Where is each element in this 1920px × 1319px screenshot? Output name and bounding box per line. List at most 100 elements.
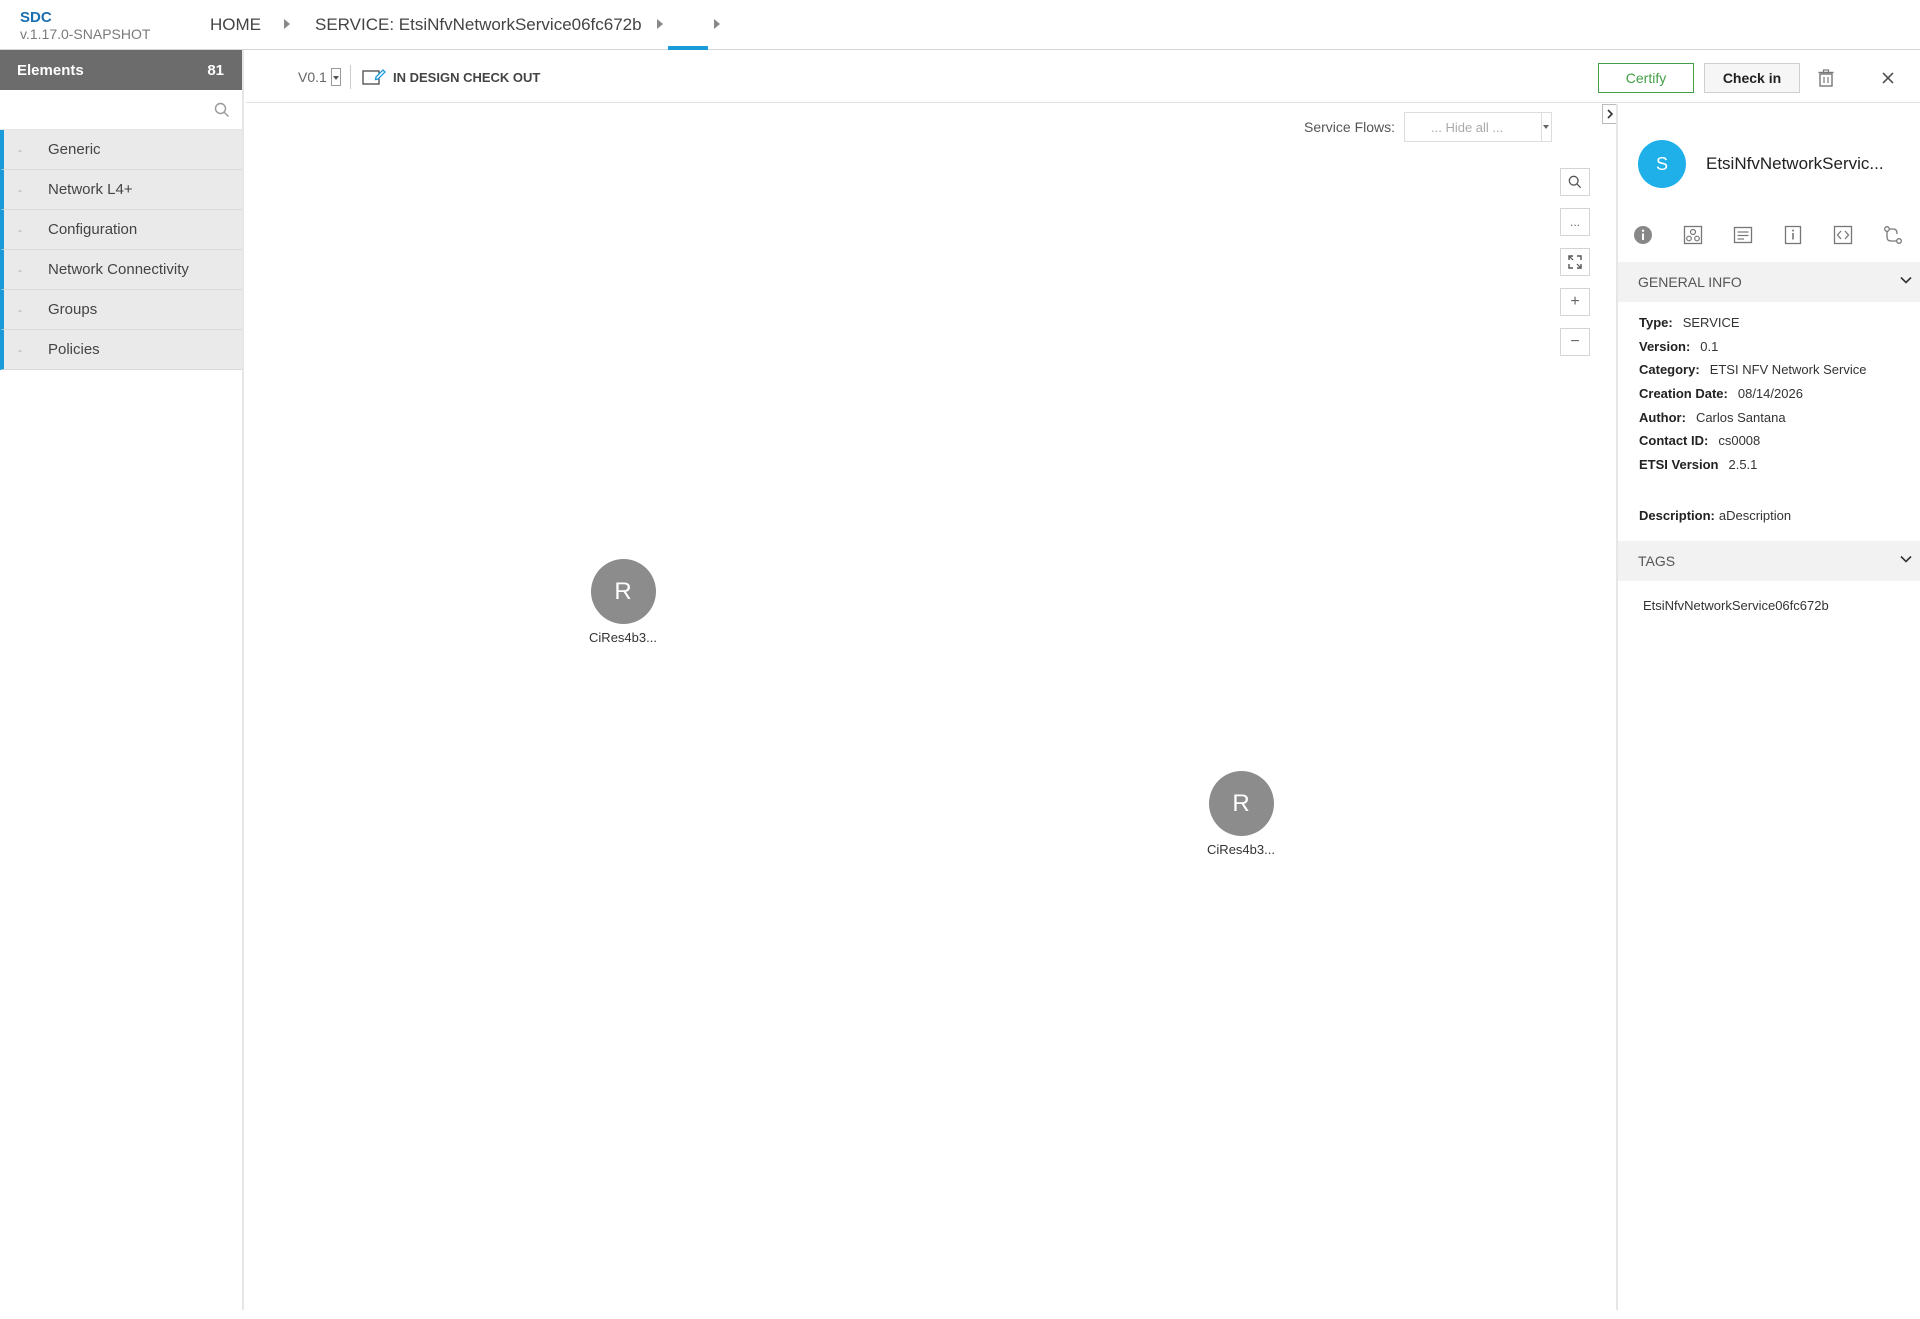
collapse-dash-icon: - — [18, 182, 22, 197]
palette-group-network-connectivity[interactable]: - Network Connectivity — [0, 250, 242, 290]
chevron-right-icon — [1607, 109, 1614, 119]
tab-general-info[interactable] — [1618, 218, 1668, 252]
search-icon — [1568, 175, 1582, 189]
search-icon[interactable] — [214, 102, 230, 118]
canvas-node[interactable]: R CiRes4b3... — [568, 559, 678, 645]
info-label: Author: — [1639, 410, 1686, 425]
zoom-out-button[interactable]: − — [1560, 328, 1590, 356]
tab-deployment[interactable] — [1668, 218, 1718, 252]
palette-group-groups[interactable]: - Groups — [0, 290, 242, 330]
info-label: Category: — [1639, 362, 1700, 377]
code-icon — [1833, 225, 1853, 245]
breadcrumb-service[interactable]: SERVICE: EtsiNfvNetworkService06fc672b — [315, 15, 642, 35]
check-in-button[interactable]: Check in — [1704, 63, 1800, 93]
info-value: cs0008 — [1718, 433, 1761, 448]
info-contact-id: Contact ID: cs0008 — [1639, 433, 1760, 448]
info-value: Carlos Santana — [1695, 410, 1786, 425]
palette-group-label: Network L4+ — [48, 181, 133, 198]
certify-button[interactable]: Certify — [1598, 63, 1694, 93]
artifacts-icon — [1733, 226, 1753, 244]
breadcrumb-home[interactable]: HOME — [210, 15, 261, 35]
tags-section-header[interactable]: TAGS — [1618, 541, 1920, 581]
brand-version: v.1.17.0-SNAPSHOT — [20, 26, 151, 42]
info-label: Version: — [1639, 339, 1691, 354]
palette-group-network-l4[interactable]: - Network L4+ — [0, 170, 242, 210]
info-type: Type: SERVICE — [1639, 315, 1740, 330]
paths-icon — [1884, 226, 1902, 244]
palette-search-input[interactable] — [2, 94, 212, 126]
collapse-dash-icon: - — [18, 142, 22, 157]
expand-icon — [1568, 255, 1582, 269]
collapse-dash-icon: - — [18, 222, 22, 237]
canvas-search-button[interactable] — [1560, 168, 1590, 196]
brand-name: SDC — [20, 9, 52, 26]
lifecycle-status: IN DESIGN CHECK OUT — [362, 68, 540, 86]
version-value: V0.1 — [298, 69, 327, 85]
elements-header: Elements 81 — [0, 50, 242, 90]
palette-group-label: Network Connectivity — [48, 261, 189, 278]
palette-group-label: Groups — [48, 301, 98, 318]
tags-title: TAGS — [1638, 553, 1676, 569]
node-icon[interactable]: R — [590, 559, 656, 624]
tab-properties[interactable] — [1768, 218, 1818, 252]
info-author: Author: Carlos Santana — [1639, 410, 1786, 425]
info-label: Description: — [1639, 508, 1715, 523]
breadcrumb-arrow-icon[interactable] — [284, 19, 290, 29]
info-category: Category: ETSI NFV Network Service — [1639, 362, 1866, 377]
breadcrumb-arrow-icon[interactable] — [714, 19, 720, 29]
canvas-node[interactable]: R CiRes4b3... — [1186, 771, 1296, 857]
general-info-title: GENERAL INFO — [1638, 274, 1742, 290]
palette-group-configuration[interactable]: - Configuration — [0, 210, 242, 250]
tab-paths[interactable] — [1868, 218, 1918, 252]
workspace-toolbar: V0.1 IN DESIGN CHECK OUT Certify Check i… — [246, 51, 1920, 103]
details-panel: S EtsiNfvNetworkServic... GENERAL INFO T… — [1616, 104, 1920, 1310]
info-label: Contact ID: — [1639, 433, 1709, 448]
tab-artifacts[interactable] — [1718, 218, 1768, 252]
deployment-icon — [1683, 225, 1703, 245]
info-value: 2.5.1 — [1728, 457, 1758, 472]
collapse-dash-icon: - — [18, 262, 22, 277]
panel-header: S EtsiNfvNetworkServic... — [1638, 140, 1884, 188]
elements-title: Elements — [17, 61, 84, 79]
panel-title: EtsiNfvNetworkServic... — [1706, 154, 1884, 173]
service-flows-select[interactable]: ... Hide all ... — [1404, 112, 1552, 142]
canvas-more-button[interactable]: ... — [1560, 208, 1590, 236]
brand[interactable]: SDC v.1.17.0-SNAPSHOT — [20, 9, 150, 43]
zoom-in-button[interactable]: + — [1560, 288, 1590, 316]
info-version: Version: 0.1 — [1639, 339, 1718, 354]
info-value: ETSI NFV Network Service — [1709, 362, 1867, 377]
composition-canvas[interactable]: Service Flows: ... Hide all ... ... + − … — [246, 104, 1616, 1310]
info-description: Description: aDescription — [1639, 508, 1791, 523]
elements-palette: Elements 81 - Generic - Network L4+ - Co… — [0, 50, 244, 1310]
palette-group-label: Configuration — [48, 221, 138, 238]
version-select[interactable]: V0.1 — [298, 68, 341, 86]
info-box-icon — [1784, 225, 1802, 245]
info-etsi-version: ETSI Version 2.5.1 — [1639, 457, 1757, 472]
node-label: CiRes4b3... — [589, 630, 657, 645]
info-label: Creation Date: — [1639, 386, 1728, 401]
elements-count: 81 — [207, 61, 224, 79]
breadcrumb-arrow-icon[interactable] — [657, 19, 663, 29]
trash-icon[interactable] — [1816, 68, 1836, 88]
chevron-down-icon[interactable] — [1900, 555, 1912, 563]
info-value: 08/14/2026 — [1737, 386, 1803, 401]
panel-tabs — [1618, 218, 1920, 252]
info-filled-icon — [1634, 226, 1652, 244]
collapse-dash-icon: - — [18, 342, 22, 357]
palette-group-generic[interactable]: - Generic — [0, 130, 242, 170]
active-breadcrumb-indicator — [668, 46, 708, 50]
node-icon[interactable]: R — [1208, 771, 1274, 836]
collapse-dash-icon: - — [18, 302, 22, 317]
chevron-down-icon[interactable] — [1900, 276, 1912, 284]
tab-code[interactable] — [1818, 218, 1868, 252]
toolbar-divider — [350, 65, 351, 89]
info-creation-date: Creation Date: 08/14/2026 — [1639, 386, 1803, 401]
fit-to-screen-button[interactable] — [1560, 248, 1590, 276]
palette-group-label: Policies — [48, 341, 100, 358]
caret-down-icon[interactable] — [330, 68, 341, 86]
tag-item: EtsiNfvNetworkService06fc672b — [1643, 598, 1829, 613]
palette-group-policies[interactable]: - Policies — [0, 330, 242, 370]
top-header: SDC v.1.17.0-SNAPSHOT HOME SERVICE: Etsi… — [0, 0, 1920, 50]
close-icon[interactable] — [1878, 68, 1898, 88]
general-info-section-header[interactable]: GENERAL INFO — [1618, 262, 1920, 302]
